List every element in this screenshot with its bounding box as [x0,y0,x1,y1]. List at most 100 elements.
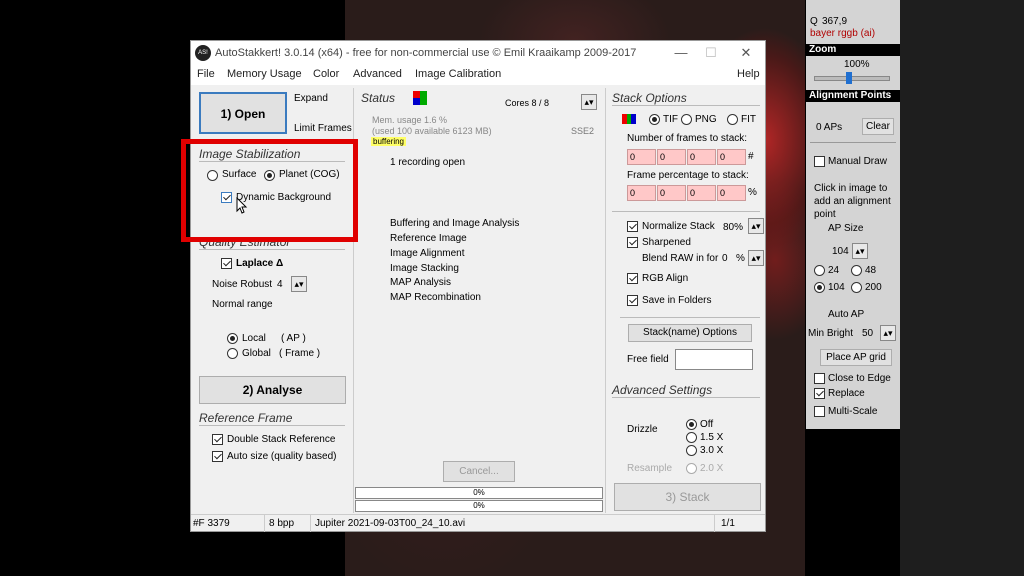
divider [199,425,345,426]
local-ap-label: ( AP ) [281,333,306,344]
blend-spinner-icon[interactable]: ▴▾ [748,250,764,266]
dark-margin [900,0,1024,576]
expand-link[interactable]: Expand [294,93,328,104]
resample-label: Resample [627,463,673,474]
min-bright-value: 50 [862,328,874,339]
normalize-checkbox[interactable] [627,221,638,232]
free-field-input[interactable] [675,349,753,370]
min-bright-spinner-icon[interactable]: ▴▾ [880,325,896,341]
menu-help[interactable]: Help [737,68,760,80]
cancel-button[interactable]: Cancel... [443,461,515,482]
open-button[interactable]: 1) Open [199,92,287,134]
divider [199,249,345,250]
png-radio[interactable] [681,114,692,125]
menu-color[interactable]: Color [313,68,339,80]
drizzle-off-radio[interactable] [686,419,697,430]
noise-robust-value: 4 [277,279,283,290]
app-icon: AS! [195,45,211,61]
double-stack-checkbox[interactable] [212,434,223,445]
ap-size-48-radio[interactable] [851,265,862,276]
ap-size-104-radio[interactable] [814,282,825,293]
auto-size-checkbox[interactable] [212,451,223,462]
progress-bar-1: 0% [355,487,603,499]
menu-memory-usage[interactable]: Memory Usage [227,68,302,80]
ap-size-24-radio[interactable] [814,265,825,276]
close-button[interactable]: ✕ [736,44,756,62]
manual-draw-checkbox[interactable] [814,156,825,167]
place-ap-grid-button[interactable]: Place AP grid [820,349,892,366]
local-radio[interactable] [227,333,238,344]
clear-button[interactable]: Clear [862,118,894,135]
bayer-label: bayer rggb (ai) [810,28,876,39]
ap-size-48-label: 48 [865,265,877,276]
resample-label-value: 2.0 X [700,463,724,474]
pct-input-2[interactable]: 0 [657,185,686,201]
sharpened-checkbox[interactable] [627,237,638,248]
tif-label: TIF [663,114,678,125]
rgb-align-label: RGB Align [642,273,689,284]
maximize-button[interactable]: ☐ [701,44,721,62]
pct-input-4[interactable]: 0 [717,185,746,201]
resample-radio[interactable] [686,463,697,474]
zoom-slider-thumb[interactable] [846,72,852,84]
blend-raw-label: Blend RAW in for [642,253,719,264]
ap-size-value: 104 [832,246,849,257]
global-radio[interactable] [227,348,238,359]
normalize-value: 80% [723,222,744,233]
color-bars-icon [622,114,636,124]
reference-frame-title: Reference Frame [199,411,293,425]
stack-button[interactable]: 3) Stack [614,483,761,511]
pct-input-1[interactable]: 0 [627,185,656,201]
num-frames-input-2[interactable]: 0 [657,149,686,165]
menu-advanced[interactable]: Advanced [353,68,402,80]
menu-image-calibration[interactable]: Image Calibration [415,68,501,80]
auto-size-label: Auto size (quality based) [227,451,337,462]
ap-size-spinner-icon[interactable]: ▴▾ [852,243,868,259]
normalize-spinner-icon[interactable]: ▴▾ [748,218,764,234]
laplace-label: Laplace Δ [236,258,284,269]
drizzle-label: Drizzle [627,424,658,435]
menu-file[interactable]: File [197,68,215,80]
global-label: Global [242,348,271,359]
stackname-options-button[interactable]: Stack(name) Options [628,324,752,342]
step-image-stacking: Image Stacking [390,263,459,274]
drizzle-15-radio[interactable] [686,432,697,443]
step-image-alignment: Image Alignment [390,248,465,259]
tif-radio[interactable] [649,114,660,125]
sharpened-label: Sharpened [642,237,691,248]
divider [612,211,760,212]
laplace-checkbox[interactable] [221,258,232,269]
divider [612,105,760,106]
status-title: Status [361,91,396,105]
status-filename: Jupiter 2021-09-03T00_24_10.avi [315,515,715,532]
rgb-align-checkbox[interactable] [627,273,638,284]
multi-scale-checkbox[interactable] [814,406,825,417]
drizzle-30-radio[interactable] [686,445,697,456]
ap-size-24-label: 24 [828,265,840,276]
q-label: Q [810,16,818,27]
ap-hint-text: Click in image to add an alignment point [814,183,891,220]
divider [620,317,760,318]
alignment-points-title: Alignment Points [806,90,900,102]
minimize-button[interactable]: — [671,44,691,62]
close-to-edge-checkbox[interactable] [814,373,825,384]
ap-size-200-radio[interactable] [851,282,862,293]
min-bright-label: Min Bright [808,328,854,339]
zoom-slider[interactable] [814,76,890,81]
pct-input-3[interactable]: 0 [687,185,716,201]
cores-spinner-icon[interactable]: ▴▾ [581,94,597,110]
noise-robust-spinner-icon[interactable]: ▴▾ [291,276,307,292]
num-frames-input-3[interactable]: 0 [687,149,716,165]
zoom-title: Zoom [806,44,900,56]
free-field-label: Free field [627,354,669,365]
autostakkert-window: AS! AutoStakkert! 3.0.14 (x64) - free fo… [190,40,766,532]
local-label: Local [242,333,266,344]
stack-options-title: Stack Options [612,91,687,105]
replace-checkbox[interactable] [814,388,825,399]
save-folders-checkbox[interactable] [627,295,638,306]
num-frames-input-4[interactable]: 0 [717,149,746,165]
num-frames-input-1[interactable]: 0 [627,149,656,165]
analyse-button[interactable]: 2) Analyse [199,376,346,404]
fit-radio[interactable] [727,114,738,125]
limit-frames-link[interactable]: Limit Frames [294,123,352,134]
